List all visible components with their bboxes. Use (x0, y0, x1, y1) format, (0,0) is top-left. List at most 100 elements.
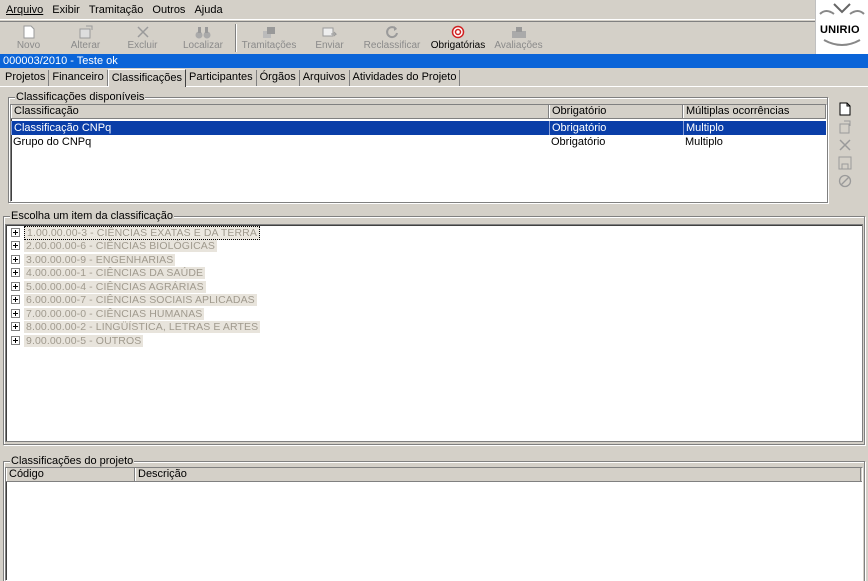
tree-node[interactable]: 1.00.00.00-3 - CIÊNCIAS EXATAS E DA TERR… (11, 225, 260, 240)
tab-participantes[interactable]: Participantes (186, 70, 257, 86)
enviar-button[interactable]: Enviar (301, 22, 358, 54)
expand-icon[interactable] (11, 309, 20, 318)
tramitacoes-label: Tramitações (241, 40, 297, 51)
refresh-icon (385, 24, 399, 40)
available-legend: Classificações disponíveis (15, 91, 146, 103)
cancel-icon (838, 174, 852, 187)
cell-classificacao: Grupo do CNPq (13, 136, 92, 148)
edit-icon (78, 24, 94, 40)
menu-exibir[interactable]: Exibir (52, 4, 80, 16)
cell-multiplas: Multiplo (683, 121, 823, 135)
delete-x-icon (136, 24, 149, 40)
side-save-button[interactable] (836, 154, 854, 171)
send-icon (322, 24, 338, 40)
edit-icon (839, 120, 851, 133)
tree-node-label[interactable]: 7.00.00.00-0 - CIÊNCIAS HUMANAS (24, 307, 205, 320)
expand-icon[interactable] (11, 228, 20, 237)
side-delete-button[interactable] (836, 136, 854, 153)
tree-node[interactable]: 9.00.00.00-5 - OUTROS (11, 334, 144, 347)
tree-node[interactable]: 7.00.00.00-0 - CIÊNCIAS HUMANAS (11, 307, 205, 320)
novo-label: Novo (16, 40, 41, 51)
menu-ajuda[interactable]: Ajuda (194, 4, 222, 16)
localizar-label: Localizar (182, 40, 224, 51)
tree-node-label[interactable]: 6.00.00.00-7 - CIÊNCIAS SOCIAIS APLICADA… (24, 293, 257, 306)
expand-icon[interactable] (11, 322, 20, 331)
tree-node-label[interactable]: 4.00.00.00-1 - CIÊNCIAS DA SAÚDE (24, 266, 206, 279)
tree-node[interactable]: 4.00.00.00-1 - CIÊNCIAS DA SAÚDE (11, 266, 206, 279)
cell-classificacao: Classificação CNPq (11, 121, 549, 135)
tree-node-label[interactable]: 8.00.00.00-2 - LINGÜÍSTICA, LETRAS E ART… (24, 320, 261, 333)
expand-icon[interactable] (11, 336, 20, 345)
unirio-logo: UNIRIO (815, 0, 868, 54)
tramitacoes-button[interactable]: Tramitações (237, 22, 301, 54)
obrigatorias-button[interactable]: Obrigatórias (426, 22, 490, 54)
side-toolbar (836, 100, 856, 190)
alterar-button[interactable]: Alterar (57, 22, 114, 54)
col-multiplas[interactable]: Múltiplas ocorrências (683, 105, 826, 118)
available-classifications-grid[interactable]: Classificação Obrigatório Múltiplas ocor… (10, 104, 827, 202)
tree-node-label[interactable]: 5.00.00.00-4 - CIÊNCIAS AGRÁRIAS (24, 280, 206, 293)
col-obrigatorio[interactable]: Obrigatório (549, 105, 683, 118)
menu-outros[interactable]: Outros (152, 4, 185, 16)
binoculars-icon (195, 24, 211, 40)
project-classifications-grid[interactable]: Código Descrição (5, 467, 863, 581)
novo-button[interactable]: Novo (0, 22, 57, 54)
avaliacoes-button[interactable]: Avaliações (490, 22, 547, 54)
side-cancel-button[interactable] (836, 172, 854, 189)
menu-tramitacao[interactable]: Tramitação (89, 4, 144, 16)
tab-projetos[interactable]: Projetos (2, 70, 50, 86)
expand-icon[interactable] (11, 241, 20, 250)
menu-bar: Arquivo Exibir Tramitação Outros Ajuda (0, 0, 815, 20)
tab-financeiro[interactable]: Financeiro (49, 70, 108, 86)
reclassificar-button[interactable]: Reclassificar (358, 22, 426, 54)
alterar-label: Alterar (70, 40, 101, 51)
tab-strip: Projetos Financeiro Classificações Parti… (0, 68, 868, 87)
col-descricao[interactable]: Descrição (135, 468, 861, 481)
project-legend: Classificações do projeto (10, 455, 135, 467)
avaliacoes-label: Avaliações (494, 40, 543, 51)
col-classificacao[interactable]: Classificação (11, 105, 549, 118)
expand-icon[interactable] (11, 282, 20, 291)
table-row[interactable]: Classificação CNPq Obrigatório Multiplo (11, 121, 826, 135)
expand-icon[interactable] (11, 295, 20, 304)
tab-atividades[interactable]: Atividades do Projeto (350, 70, 461, 86)
tree-node[interactable]: 8.00.00.00-2 - LINGÜÍSTICA, LETRAS E ART… (11, 320, 261, 333)
logo-text: UNIRIO (820, 24, 860, 36)
expand-icon[interactable] (11, 268, 20, 277)
cell-multiplas: Multiplo (685, 136, 723, 148)
menu-arquivo[interactable]: Arquivo (6, 4, 43, 16)
tree-node[interactable]: 6.00.00.00-7 - CIÊNCIAS SOCIAIS APLICADA… (11, 293, 257, 306)
side-edit-button[interactable] (836, 118, 854, 135)
tab-arquivos[interactable]: Arquivos (300, 70, 350, 86)
enviar-label: Enviar (315, 40, 344, 51)
window-title: 000003/2010 - Teste ok (0, 54, 868, 68)
side-new-button[interactable] (836, 100, 854, 117)
save-icon (838, 156, 852, 169)
cell-obrigatorio: Obrigatório (551, 136, 606, 148)
tab-orgaos[interactable]: Órgãos (257, 70, 300, 86)
tab-classificacoes[interactable]: Classificações (107, 69, 187, 87)
col-codigo[interactable]: Código (6, 468, 135, 481)
classification-tree[interactable]: 1.00.00.00-3 - CIÊNCIAS EXATAS E DA TERR… (5, 224, 863, 442)
tree-node-label[interactable]: 2.00.00.00-6 - CIÊNCIAS BIOLÓGICAS (24, 239, 217, 252)
tree-node[interactable]: 2.00.00.00-6 - CIÊNCIAS BIOLÓGICAS (11, 239, 217, 252)
tree-legend: Escolha um item da classificação (10, 210, 175, 222)
tree-node-label[interactable]: 1.00.00.00-3 - CIÊNCIAS EXATAS E DA TERR… (24, 225, 260, 240)
target-icon (451, 24, 465, 40)
new-document-icon (23, 24, 35, 40)
tree-node-label[interactable]: 9.00.00.00-5 - OUTROS (24, 334, 144, 347)
delete-x-icon (839, 138, 851, 151)
toolbar: Novo Alterar Excluir Localizar Tramitaçõ… (0, 21, 815, 54)
expand-icon[interactable] (11, 255, 20, 264)
tree-node[interactable]: 5.00.00.00-4 - CIÊNCIAS AGRÁRIAS (11, 280, 206, 293)
grid-header: Código Descrição (6, 468, 862, 482)
evaluation-icon (511, 24, 527, 40)
cell-obrigatorio: Obrigatório (549, 121, 683, 135)
obrigatorias-label: Obrigatórias (430, 40, 486, 51)
excluir-button[interactable]: Excluir (114, 22, 171, 54)
tramitacoes-icon (261, 24, 277, 40)
table-row[interactable]: Grupo do CNPq Obrigatório Multiplo (11, 135, 826, 149)
tree-node[interactable]: 3.00.00.00-9 - ENGENHARIAS (11, 253, 176, 266)
localizar-button[interactable]: Localizar (171, 22, 235, 54)
tree-node-label[interactable]: 3.00.00.00-9 - ENGENHARIAS (24, 253, 176, 266)
